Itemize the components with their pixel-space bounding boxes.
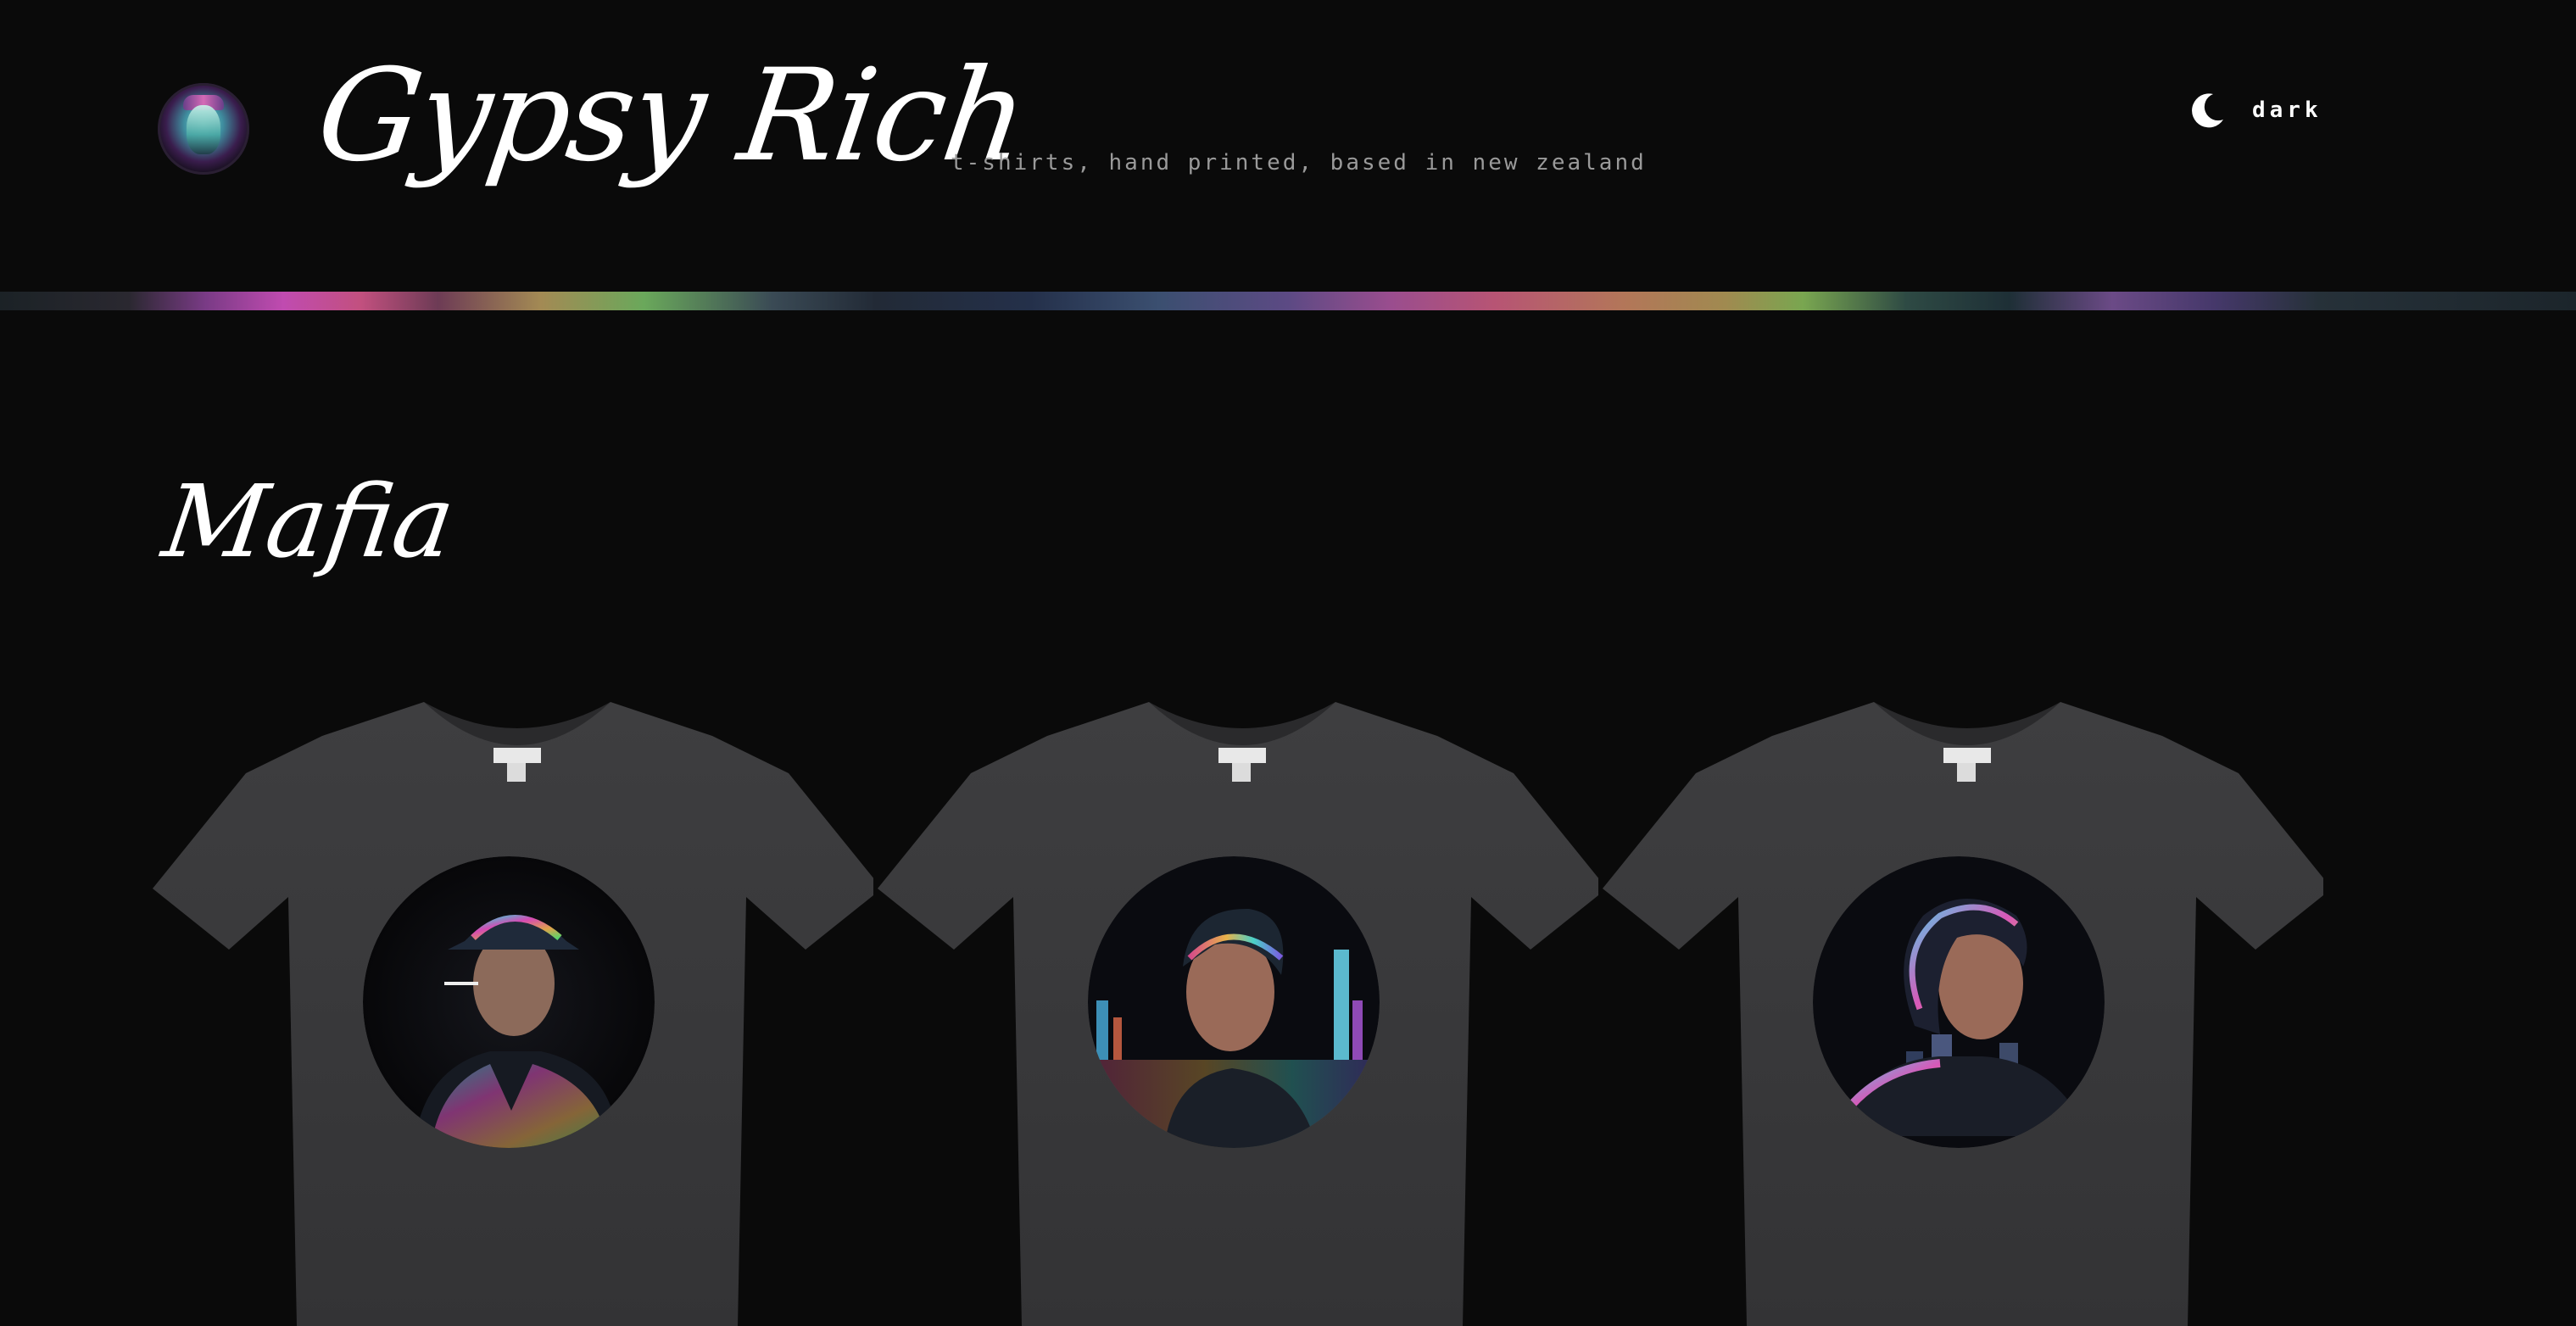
brand-title[interactable]: Gypsy Rich [309, 42, 1034, 190]
page: Gypsy Rich t-shirts, hand printed, based… [0, 0, 2576, 1326]
logo-icon[interactable] [158, 83, 249, 175]
rainbow-divider [0, 292, 2576, 310]
face-shape [187, 105, 220, 154]
product-card-3[interactable] [1594, 695, 2323, 1326]
mafia-curly-hair-print [1813, 856, 2105, 1148]
product-card-2[interactable] [869, 695, 1598, 1326]
theme-label: dark [2252, 98, 2322, 123]
site-header: Gypsy Rich t-shirts, hand printed, based… [0, 0, 2576, 292]
tagline: t-shirts, hand printed, based in new zea… [951, 150, 1647, 176]
product-card-1[interactable] [144, 695, 873, 1326]
section-title: Mafia [156, 463, 462, 580]
mafia-city-skyline-print [1088, 856, 1380, 1148]
moon-icon [2188, 91, 2227, 130]
mafia-fedora-print [363, 856, 655, 1148]
theme-toggle-button[interactable]: dark [2188, 88, 2322, 132]
